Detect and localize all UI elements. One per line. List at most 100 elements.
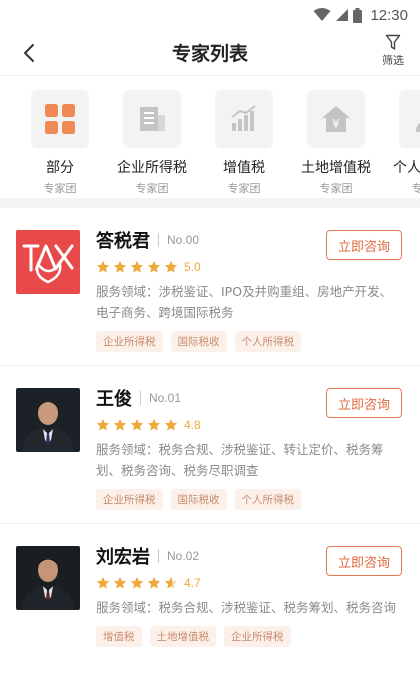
person-icon bbox=[416, 123, 420, 132]
star-icon bbox=[164, 418, 178, 431]
tag: 企业所得税 bbox=[224, 626, 291, 647]
tag: 增值税 bbox=[96, 626, 142, 647]
star-icon bbox=[147, 260, 161, 273]
category-icon-box bbox=[215, 90, 273, 148]
signal-icon bbox=[336, 9, 349, 21]
battery-icon bbox=[353, 7, 363, 23]
back-button[interactable] bbox=[14, 38, 44, 68]
divider bbox=[158, 233, 159, 247]
service-description: 服务领域：税务合规、涉税鉴证、税务筹划、税务咨询 bbox=[96, 600, 397, 615]
expert-number: No.02 bbox=[167, 549, 200, 563]
category-name: 土地增值税 bbox=[301, 160, 371, 176]
tag-list: 企业所得税 国际税收 个人所得税 bbox=[96, 331, 404, 352]
status-bar: 12:30 bbox=[0, 0, 420, 30]
star-icon bbox=[113, 418, 127, 431]
category-sub: 专家团 bbox=[412, 180, 420, 196]
tag-list: 增值税 土地增值税 企业所得税 bbox=[96, 626, 404, 647]
page-title: 专家列表 bbox=[171, 43, 248, 65]
star-icon bbox=[113, 576, 127, 589]
expert-name: 刘宏岩 bbox=[96, 547, 150, 568]
expert-list: 立即咨询 答税君 No.00 5.0 服务领域：涉税鉴证、IPO及并购重组、房地… bbox=[0, 208, 420, 684]
tag-list: 企业所得税 国际税收 个人所得税 bbox=[96, 489, 404, 510]
tax-logo-icon bbox=[16, 230, 80, 294]
category-sub: 专家团 bbox=[135, 182, 169, 195]
rating-row: 5.0 bbox=[96, 258, 404, 276]
filter-label: 筛选 bbox=[382, 54, 404, 67]
expert-avatar bbox=[16, 230, 80, 294]
category-icon-box bbox=[399, 90, 420, 148]
rating-row: 4.8 bbox=[96, 416, 404, 434]
category-sub: 专家团 bbox=[319, 182, 353, 195]
expert-name: 王俊 bbox=[96, 389, 132, 410]
tag: 企业所得税 bbox=[96, 331, 163, 352]
expert-name: 答税君 bbox=[96, 231, 150, 252]
tag: 个人所得税 bbox=[234, 489, 301, 510]
star-icon bbox=[96, 418, 110, 431]
wifi-icon bbox=[313, 8, 331, 21]
star-rating bbox=[96, 576, 178, 590]
consult-button[interactable]: 立即咨询 bbox=[326, 546, 402, 576]
expert-avatar bbox=[16, 546, 80, 610]
bar-chart-icon bbox=[231, 105, 256, 131]
category-icon-box: ¥ bbox=[307, 90, 365, 148]
category-item-corporate-income-tax[interactable]: 企业所得税 专家团 bbox=[106, 76, 198, 198]
star-icon bbox=[147, 576, 161, 589]
star-icon bbox=[96, 260, 110, 273]
tag: 国际税收 bbox=[170, 489, 227, 510]
divider bbox=[140, 391, 141, 405]
service-description: 服务领域：税务合规、涉税鉴证、转让定价、税务筹划、税务咨询、税务尽职调查 bbox=[96, 442, 384, 478]
divider bbox=[158, 549, 159, 563]
category-name: 企业所得税 bbox=[117, 160, 187, 176]
star-half-icon bbox=[164, 576, 178, 589]
grid-icon bbox=[45, 104, 75, 134]
tag: 企业所得税 bbox=[96, 489, 163, 510]
star-icon bbox=[164, 260, 178, 273]
category-item-all[interactable]: 部分 专家团 bbox=[14, 76, 106, 198]
rating-row: 4.7 bbox=[96, 574, 404, 592]
star-rating bbox=[96, 418, 178, 432]
house-yen-icon: ¥ bbox=[322, 106, 350, 132]
star-icon bbox=[130, 576, 144, 589]
category-name: 部分 bbox=[46, 160, 74, 176]
category-item-personal-income-tax[interactable]: 个人所得税 专家团 bbox=[382, 76, 420, 198]
rating-score: 4.7 bbox=[184, 576, 201, 590]
category-icon-box bbox=[123, 90, 181, 148]
service-description: 服务领域：涉税鉴证、IPO及并购重组、房地产开发、电子商务、跨境国际税务 bbox=[96, 284, 393, 320]
category-strip: 部分 专家团 企业所得税 专家团 增值税 专家团 ¥ 土地增值税 专家团 个人 bbox=[0, 76, 420, 208]
expert-number: No.01 bbox=[149, 391, 182, 405]
expert-card[interactable]: 立即咨询 答税君 No.00 5.0 服务领域：涉税鉴证、IPO及并购重组、房地… bbox=[0, 208, 420, 366]
star-rating bbox=[96, 260, 178, 274]
expert-number: No.00 bbox=[167, 233, 200, 247]
filter-icon bbox=[385, 34, 401, 50]
tag: 国际税收 bbox=[170, 331, 227, 352]
category-name: 增值税 bbox=[223, 160, 265, 176]
consult-button[interactable]: 立即咨询 bbox=[326, 388, 402, 418]
consult-button[interactable]: 立即咨询 bbox=[326, 230, 402, 260]
category-icon-box bbox=[31, 90, 89, 148]
tag: 土地增值税 bbox=[149, 626, 216, 647]
expert-card[interactable]: 立即咨询 王俊 No.01 4.8 服务领域：税务合规、涉税鉴证、转让定价、税务… bbox=[0, 366, 420, 524]
star-icon bbox=[130, 418, 144, 431]
rating-score: 5.0 bbox=[184, 260, 201, 274]
expert-avatar bbox=[16, 388, 80, 452]
chevron-left-icon bbox=[24, 44, 34, 62]
star-icon bbox=[130, 260, 144, 273]
svg-text:¥: ¥ bbox=[332, 117, 340, 131]
category-sub: 专家团 bbox=[43, 182, 77, 195]
rating-score: 4.8 bbox=[184, 418, 201, 432]
expert-photo bbox=[16, 388, 80, 452]
star-icon bbox=[147, 418, 161, 431]
filter-button[interactable]: 筛选 bbox=[382, 34, 404, 68]
star-icon bbox=[113, 260, 127, 273]
category-item-land-vat[interactable]: ¥ 土地增值税 专家团 bbox=[290, 76, 382, 198]
expert-photo bbox=[16, 546, 80, 610]
tag: 个人所得税 bbox=[234, 331, 301, 352]
expert-card[interactable]: 立即咨询 刘宏岩 No.02 4.7 服务领域：税务合规、涉税鉴证、税务筹划、税… bbox=[0, 524, 420, 684]
status-icons bbox=[313, 7, 363, 23]
category-sub: 专家团 bbox=[227, 182, 261, 195]
building-icon bbox=[140, 107, 165, 131]
star-icon bbox=[96, 576, 110, 589]
nav-bar: 专家列表 筛选 bbox=[0, 30, 420, 76]
status-time: 12:30 bbox=[370, 6, 408, 24]
category-item-vat[interactable]: 增值税 专家团 bbox=[198, 76, 290, 198]
